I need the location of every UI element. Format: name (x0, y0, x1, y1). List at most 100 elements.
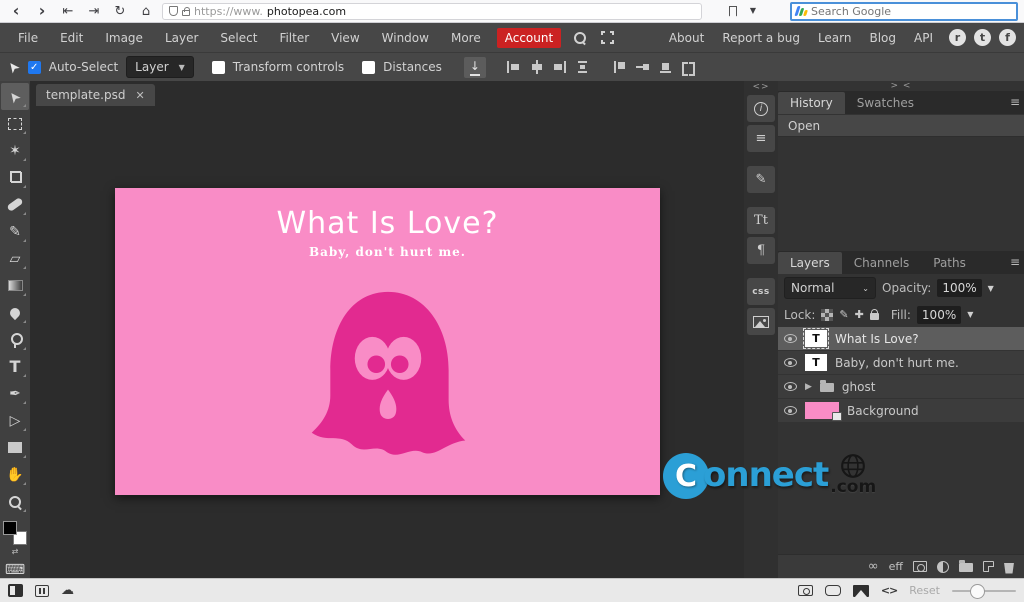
link-blog[interactable]: Blog (861, 27, 904, 49)
image-panel-button[interactable] (747, 308, 775, 335)
zoom-slider[interactable] (952, 583, 1016, 599)
last-page-icon[interactable]: ⇥ (84, 5, 104, 18)
layer-row-what-is-love[interactable]: T What Is Love? (778, 327, 1024, 351)
sidebar-toggle-icon[interactable] (8, 584, 23, 597)
fill-value[interactable]: 100% (916, 305, 962, 324)
foreground-color-swatch[interactable] (3, 521, 17, 535)
text-layer-thumbnail[interactable]: T (803, 328, 829, 349)
link-report-bug[interactable]: Report a bug (714, 27, 808, 49)
gradient-tool[interactable] (1, 272, 29, 299)
layer-effects-button[interactable]: eff (889, 560, 903, 573)
menu-file[interactable]: File (8, 27, 48, 49)
layer-row-background[interactable]: Background (778, 399, 1024, 423)
hand-tool[interactable]: ✋ (1, 461, 29, 488)
menu-select[interactable]: Select (210, 27, 267, 49)
lock-move-icon[interactable]: ✚ (855, 308, 864, 321)
type-tool[interactable]: T (1, 353, 29, 380)
eraser-tool[interactable]: ▱ (1, 245, 29, 272)
magic-wand-tool[interactable]: ✶ (1, 137, 29, 164)
add-mask-icon[interactable] (913, 561, 927, 572)
menu-edit[interactable]: Edit (50, 27, 93, 49)
fullscreen-icon[interactable] (600, 30, 616, 45)
menu-image[interactable]: Image (95, 27, 153, 49)
facebook-icon[interactable]: f (999, 29, 1016, 46)
tab-layers[interactable]: Layers (778, 252, 842, 274)
blend-mode-dropdown[interactable]: Normal ⌄ (784, 277, 876, 299)
brush-settings-panel-button[interactable]: ✎ (747, 166, 775, 193)
rect-select-tool[interactable] (1, 110, 29, 137)
first-page-icon[interactable]: ⇤ (58, 5, 78, 18)
lock-transparency-icon[interactable] (821, 308, 834, 321)
character-panel-button[interactable]: Tt (747, 207, 775, 234)
expand-group-icon[interactable]: ▶ (805, 382, 812, 392)
distribute-horizontal-icon[interactable] (681, 60, 696, 76)
menu-more[interactable]: More (441, 27, 491, 49)
distances-checkbox[interactable] (362, 60, 376, 74)
panel-menu-icon[interactable]: ≡ (1010, 255, 1020, 269)
pen-tool[interactable]: ✒ (1, 380, 29, 407)
align-left-icon[interactable] (506, 60, 521, 74)
delete-layer-icon[interactable] (1004, 562, 1014, 574)
frame-icon[interactable] (824, 585, 841, 596)
target-dropdown[interactable]: Layer ▼ (126, 56, 194, 78)
close-tab-icon[interactable]: ✕ (135, 89, 144, 102)
tab-paths[interactable]: Paths (921, 252, 978, 274)
tracking-shield-icon[interactable] (169, 6, 178, 16)
search-input[interactable] (811, 4, 1012, 18)
export-button[interactable]: ↓ (463, 56, 486, 78)
reset-label[interactable]: Reset (909, 584, 940, 597)
dodge-tool[interactable] (1, 326, 29, 353)
screenshot-icon[interactable] (797, 585, 813, 596)
cloud-icon[interactable]: ☁ (61, 583, 74, 598)
paragraph-panel-button[interactable]: ¶ (747, 237, 775, 264)
bookmark-icon[interactable] (729, 5, 737, 17)
browser-search-box[interactable] (790, 1, 1018, 21)
visibility-eye-icon[interactable] (784, 334, 797, 343)
adjustment-layer-icon[interactable] (937, 560, 949, 573)
align-bottom-icon[interactable] (658, 60, 673, 74)
adjustments-panel-button[interactable]: ≡ (747, 125, 775, 152)
info-panel-button[interactable]: i (747, 95, 775, 122)
home-icon[interactable]: ⌂ (136, 5, 156, 18)
auto-select-checkbox[interactable] (27, 60, 41, 74)
code-icon[interactable]: <> (881, 584, 898, 597)
opacity-value[interactable]: 100% (937, 279, 982, 297)
new-layer-icon[interactable] (983, 561, 994, 572)
new-group-icon[interactable] (959, 560, 973, 572)
padlock-icon[interactable] (182, 6, 190, 16)
reddit-icon[interactable]: r (949, 29, 966, 46)
picture-icon[interactable] (852, 584, 869, 597)
text-layer-thumbnail[interactable]: T (805, 354, 827, 371)
move-tool[interactable]: ➤ (1, 83, 29, 110)
reload-icon[interactable]: ↻ (110, 5, 130, 18)
lock-all-icon[interactable] (869, 309, 879, 320)
healing-tool[interactable] (1, 191, 29, 218)
menu-window[interactable]: Window (372, 27, 439, 49)
crop-tool[interactable] (1, 164, 29, 191)
align-right-icon[interactable] (552, 60, 567, 74)
panel-menu-icon[interactable]: ≡ (1010, 95, 1020, 109)
fill-dropdown-icon[interactable]: ▼ (967, 310, 973, 319)
visibility-eye-icon[interactable] (784, 406, 797, 415)
link-api[interactable]: API (906, 27, 941, 49)
panels-collapse-icon[interactable]: > < (778, 81, 1024, 91)
lock-paint-icon[interactable]: ✎ (839, 308, 848, 321)
color-swatches[interactable] (3, 521, 27, 545)
document-tab[interactable]: template.psd ✕ (36, 84, 155, 106)
align-middle-icon[interactable] (635, 60, 650, 74)
account-button[interactable]: Account (496, 27, 562, 48)
distribute-vertical-icon[interactable] (575, 60, 590, 74)
swap-colors-icon[interactable]: ⇄ (12, 547, 19, 556)
visibility-eye-icon[interactable] (784, 358, 797, 367)
tab-channels[interactable]: Channels (842, 252, 922, 274)
reader-view-icon[interactable] (35, 584, 49, 597)
menu-layer[interactable]: Layer (155, 27, 208, 49)
css-panel-button[interactable]: css (747, 278, 775, 305)
search-icon[interactable] (573, 31, 587, 45)
back-icon[interactable]: ‹ (6, 3, 26, 19)
transform-controls-checkbox[interactable] (211, 60, 225, 74)
strip-collapse-icon[interactable]: <> (752, 82, 769, 92)
twitter-icon[interactable]: t (974, 29, 991, 46)
forward-icon[interactable]: › (32, 3, 52, 19)
zoom-tool[interactable] (1, 488, 29, 515)
